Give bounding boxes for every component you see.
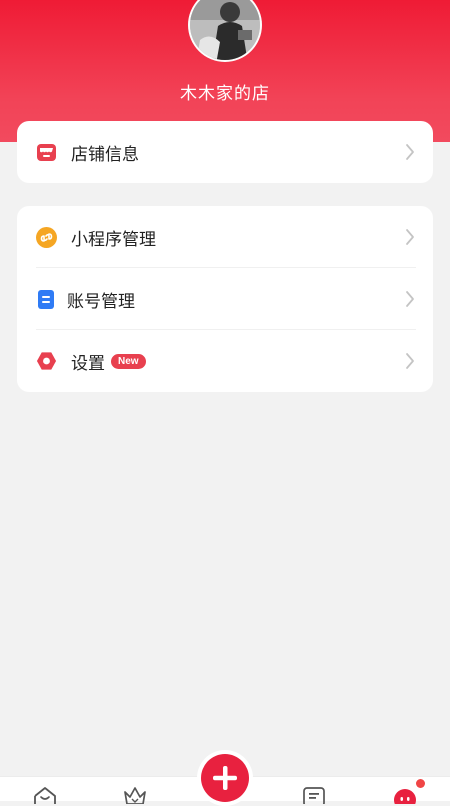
menu-item-label: 小程序管理: [71, 229, 156, 250]
account-icon: [36, 289, 57, 310]
menu-item-label: 设置: [71, 353, 105, 374]
menu-item-settings[interactable]: 设置 New: [17, 330, 433, 392]
menu-item-shop-info[interactable]: 店铺信息: [17, 121, 433, 183]
chevron-right-icon: [406, 353, 414, 369]
orders-icon[interactable]: [301, 786, 327, 804]
chevron-right-icon: [406, 144, 414, 160]
shop-info-card: 店铺信息: [17, 121, 433, 183]
shop-name: 木木家的店: [180, 84, 270, 104]
menu-item-mini-program[interactable]: 小程序管理: [17, 206, 433, 268]
shop-avatar[interactable]: [188, 0, 262, 62]
home-icon[interactable]: [32, 786, 58, 804]
mini-program-icon: [36, 226, 57, 248]
profile-icon[interactable]: [392, 786, 418, 804]
chevron-right-icon: [406, 229, 414, 245]
add-button[interactable]: [201, 754, 249, 802]
menu-item-account[interactable]: 账号管理: [17, 268, 433, 330]
menu-item-label: 账号管理: [67, 291, 135, 312]
management-card: 小程序管理 账号管理 设置 New: [17, 206, 433, 392]
notification-dot: [416, 779, 425, 788]
settings-icon: [36, 351, 57, 372]
crown-icon[interactable]: [122, 786, 148, 804]
new-badge: New: [111, 353, 146, 369]
add-icon: [213, 766, 237, 790]
store-icon: [36, 142, 57, 163]
menu-item-label: 店铺信息: [71, 144, 139, 165]
chevron-right-icon: [406, 291, 414, 307]
